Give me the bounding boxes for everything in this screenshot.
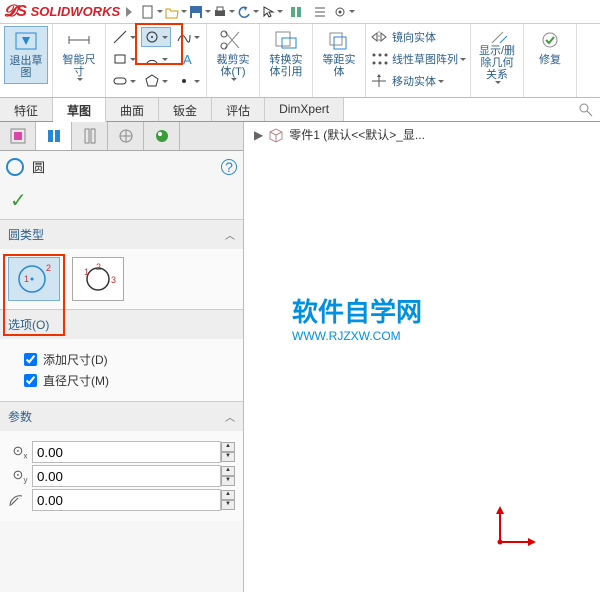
show-hide-relations-button[interactable]: 显示/删 除几何 关系 — [475, 26, 519, 84]
svg-text:3: 3 — [111, 275, 116, 285]
polygon-tool[interactable] — [141, 71, 171, 91]
coordinate-triad-icon — [490, 502, 540, 552]
tab-dimxpert[interactable]: DimXpert — [265, 98, 344, 121]
spin-down[interactable]: ▼ — [221, 452, 235, 462]
linear-pattern-button[interactable]: 线性草图阵列 — [370, 48, 466, 70]
highlight-box-circle-tool — [135, 23, 183, 65]
mirror-entities-button[interactable]: 镜向实体 — [370, 26, 436, 48]
repair-sketch-button[interactable]: 修复 — [528, 26, 572, 84]
repair-label: 修复 — [539, 54, 561, 66]
panel-tab-configuration[interactable] — [72, 122, 108, 150]
main-area: 圆 ? ✓ 圆类型 ︿ 12 123 选项(O — [0, 122, 600, 592]
graphics-area[interactable]: ▶ 零件1 (默认<<默认>_显... 软件自学网 WWW.RJZXW.COM — [244, 122, 600, 592]
convert-label: 转换实 体引用 — [270, 54, 303, 78]
tab-sketch[interactable]: 草图 — [53, 98, 106, 122]
tab-surface[interactable]: 曲面 — [106, 98, 159, 121]
ok-button[interactable]: ✓ — [0, 182, 243, 219]
panel-tab-display[interactable] — [144, 122, 180, 150]
diameter-dimension-checkbox[interactable]: 直径尺寸(M) — [24, 372, 235, 389]
search-icon[interactable] — [572, 98, 600, 121]
part-icon — [267, 127, 285, 143]
svg-text:2: 2 — [96, 262, 101, 272]
tab-sheetmetal[interactable]: 钣金 — [159, 98, 212, 121]
svg-text:1: 1 — [84, 267, 89, 277]
panel-tab-dimxpert[interactable] — [108, 122, 144, 150]
convert-entities-button[interactable]: 转换实 体引用 — [264, 26, 308, 84]
collapse-icon: ︿ — [225, 227, 235, 242]
app-logo: 𝓓S SOLIDWORKS — [4, 3, 120, 21]
pm-header: 圆 ? — [0, 151, 243, 182]
move-entities-button[interactable]: 移动实体 — [370, 70, 444, 92]
panel-tab-strip — [0, 122, 243, 151]
open-button[interactable] — [165, 2, 187, 22]
center-y-input[interactable] — [32, 465, 221, 487]
print-button[interactable] — [213, 2, 235, 22]
title-bar: 𝓓S SOLIDWORKS — [0, 0, 600, 24]
undo-button[interactable] — [237, 2, 259, 22]
svg-text:A: A — [183, 52, 192, 67]
smart-dimension-button[interactable]: 智能尺 寸 — [57, 26, 101, 84]
perimeter-circle-option[interactable]: 123 — [72, 257, 124, 301]
offset-label: 等距实 体 — [323, 54, 356, 78]
section-params-header[interactable]: 参数 ︿ — [0, 402, 243, 431]
point-tool[interactable] — [173, 71, 203, 91]
panel-tab-feature-tree[interactable] — [0, 122, 36, 150]
settings-button[interactable] — [333, 2, 355, 22]
panel-tab-property-manager[interactable] — [36, 122, 72, 150]
offset-entities-button[interactable]: 等距实 体 — [317, 26, 361, 84]
options-list-button[interactable] — [309, 2, 331, 22]
collapse-icon: ︿ — [225, 409, 235, 424]
ribbon: 退出草 图 智能尺 寸 A — [0, 24, 600, 98]
pm-title: 圆 — [32, 157, 45, 176]
title-arrow-icon[interactable] — [126, 7, 132, 17]
command-manager-tabs: 特征 草图 曲面 钣金 评估 DimXpert — [0, 98, 600, 122]
show-hide-label: 显示/删 除几何 关系 — [479, 45, 515, 81]
tab-evaluate[interactable]: 评估 — [212, 98, 265, 121]
center-y-icon: ⊙y — [8, 467, 32, 485]
breadcrumb-arrow-icon: ▶ — [254, 128, 263, 142]
exit-sketch-button[interactable]: 退出草 图 — [4, 26, 48, 84]
spin-down[interactable]: ▼ — [221, 500, 235, 510]
add-dimension-checkbox[interactable]: 添加尺寸(D) — [24, 351, 235, 368]
breadcrumb[interactable]: ▶ 零件1 (默认<<默认>_显... — [250, 126, 425, 143]
save-button[interactable] — [189, 2, 211, 22]
slot-tool[interactable] — [109, 71, 139, 91]
circle-icon — [6, 158, 24, 176]
spin-up[interactable]: ▲ — [221, 442, 235, 452]
watermark: 软件自学网 WWW.RJZXW.COM — [292, 292, 422, 343]
center-x-input[interactable] — [32, 441, 221, 463]
trim-label: 裁剪实 体(T) — [217, 54, 250, 78]
spin-down[interactable]: ▼ — [221, 476, 235, 486]
radius-input[interactable] — [32, 489, 221, 511]
exit-sketch-label: 退出草 图 — [10, 55, 43, 79]
spin-up[interactable]: ▲ — [221, 466, 235, 476]
tab-features[interactable]: 特征 — [0, 98, 53, 121]
help-icon[interactable]: ? — [221, 159, 237, 175]
trim-entities-button[interactable]: 裁剪实 体(T) — [211, 26, 255, 84]
section-circle-type-header[interactable]: 圆类型 ︿ — [0, 220, 243, 249]
rebuild-button[interactable] — [285, 2, 307, 22]
center-x-icon: ⊙x — [8, 443, 32, 461]
breadcrumb-part-name: 零件1 (默认<<默认>_显... — [289, 126, 425, 143]
select-button[interactable] — [261, 2, 283, 22]
new-button[interactable] — [141, 2, 163, 22]
spin-up[interactable]: ▲ — [221, 490, 235, 500]
property-manager-panel: 圆 ? ✓ 圆类型 ︿ 12 123 选项(O — [0, 122, 244, 592]
radius-icon — [8, 492, 32, 508]
smart-dimension-label: 智能尺 寸 — [63, 54, 96, 78]
highlight-box-circle-type — [3, 254, 65, 336]
